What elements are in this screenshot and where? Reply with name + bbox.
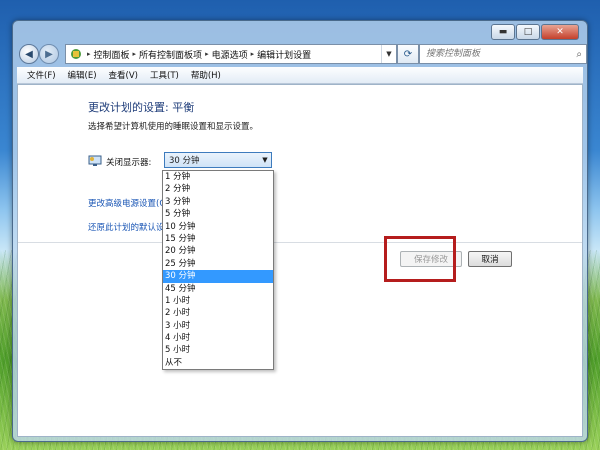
control-panel-window: ▬ □ ✕ ◀ ▶ ▸ 控制面板 ▸ 所有控制面板项 ▸ 电源选项 ▸ 编辑计划… xyxy=(12,20,588,442)
dropdown-option[interactable]: 25 分钟 xyxy=(163,258,273,270)
dropdown-option[interactable]: 20 分钟 xyxy=(163,245,273,257)
search-icon[interactable]: ⌕ xyxy=(576,49,582,60)
menu-file[interactable]: 文件(F) xyxy=(21,69,62,81)
breadcrumb-edit-plan[interactable]: 编辑计划设置 xyxy=(255,48,313,61)
address-dropdown-icon[interactable]: ▼ xyxy=(381,45,396,63)
dropdown-option[interactable]: 5 分钟 xyxy=(163,208,273,220)
menu-tools[interactable]: 工具(T) xyxy=(144,69,185,81)
dropdown-option[interactable]: 15 分钟 xyxy=(163,233,273,245)
address-bar[interactable]: ▸ 控制面板 ▸ 所有控制面板项 ▸ 电源选项 ▸ 编辑计划设置 ▼ xyxy=(65,44,397,64)
menu-bar: 文件(F) 编辑(E) 查看(V) 工具(T) 帮助(H) xyxy=(17,67,583,84)
back-icon: ◀ xyxy=(25,48,33,60)
dropdown-option[interactable]: 10 分钟 xyxy=(163,221,273,233)
breadcrumb-all-items[interactable]: 所有控制面板项 xyxy=(137,48,204,61)
navigation-bar: ◀ ▶ ▸ 控制面板 ▸ 所有控制面板项 ▸ 电源选项 ▸ 编辑计划设置 ▼ ⟳… xyxy=(17,43,587,65)
divider xyxy=(18,242,582,243)
refresh-button[interactable]: ⟳ xyxy=(397,44,419,64)
dropdown-option[interactable]: 从不 xyxy=(163,357,273,369)
breadcrumb-control-panel[interactable]: 控制面板 xyxy=(92,48,132,61)
dropdown-option[interactable]: 1 小时 xyxy=(163,295,273,307)
search-input[interactable] xyxy=(424,48,568,60)
page-subtitle: 选择希望计算机使用的睡眠设置和显示设置。 xyxy=(88,122,259,132)
restore-defaults-link[interactable]: 还原此计划的默认设 xyxy=(88,221,165,233)
dropdown-option[interactable]: 4 小时 xyxy=(163,332,273,344)
window-controls: ▬ □ ✕ xyxy=(490,24,579,40)
dropdown-option[interactable]: 1 分钟 xyxy=(163,171,273,183)
maximize-button[interactable]: □ xyxy=(516,24,540,40)
monitor-icon xyxy=(88,155,102,167)
dropdown-option[interactable]: 2 小时 xyxy=(163,307,273,319)
search-box[interactable]: ⌕ xyxy=(419,44,587,64)
advanced-power-settings-link[interactable]: 更改高级电源设置(C xyxy=(88,197,165,209)
dropdown-option[interactable]: 3 分钟 xyxy=(163,196,273,208)
control-panel-icon xyxy=(69,47,83,61)
content-pane: 更改计划的设置: 平衡 选择希望计算机使用的睡眠设置和显示设置。 关闭显示器: … xyxy=(17,84,583,437)
back-button[interactable]: ◀ xyxy=(19,44,39,64)
breadcrumb-power-options[interactable]: 电源选项 xyxy=(210,48,250,61)
dropdown-option[interactable]: 30 分钟 xyxy=(163,270,273,283)
dropdown-option[interactable]: 2 分钟 xyxy=(163,183,273,195)
menu-help[interactable]: 帮助(H) xyxy=(185,69,227,81)
dropdown-option[interactable]: 45 分钟 xyxy=(163,283,273,295)
menu-edit[interactable]: 编辑(E) xyxy=(62,69,103,81)
minimize-button[interactable]: ▬ xyxy=(491,24,515,40)
dropdown-option[interactable]: 3 小时 xyxy=(163,320,273,332)
chevron-down-icon: ▼ xyxy=(262,156,268,164)
display-off-dropdown-list: 1 分钟 2 分钟 3 分钟 5 分钟 10 分钟 15 分钟 20 分钟 25 分钟 30 分… xyxy=(162,170,274,371)
menu-view[interactable]: 查看(V) xyxy=(103,69,144,81)
cancel-button[interactable]: 取消 xyxy=(468,251,512,267)
dropdown-option[interactable]: 5 小时 xyxy=(163,344,273,356)
highlight-box xyxy=(384,236,456,282)
forward-icon: ▶ xyxy=(45,48,53,60)
refresh-icon: ⟳ xyxy=(403,48,413,60)
close-button[interactable]: ✕ xyxy=(541,24,579,40)
display-off-label: 关闭显示器: xyxy=(106,158,152,168)
display-off-select[interactable]: 30 分钟 ▼ xyxy=(164,152,272,168)
forward-button[interactable]: ▶ xyxy=(39,44,59,64)
display-off-value: 30 分钟 xyxy=(169,156,200,166)
page-title: 更改计划的设置: 平衡 xyxy=(88,101,195,114)
